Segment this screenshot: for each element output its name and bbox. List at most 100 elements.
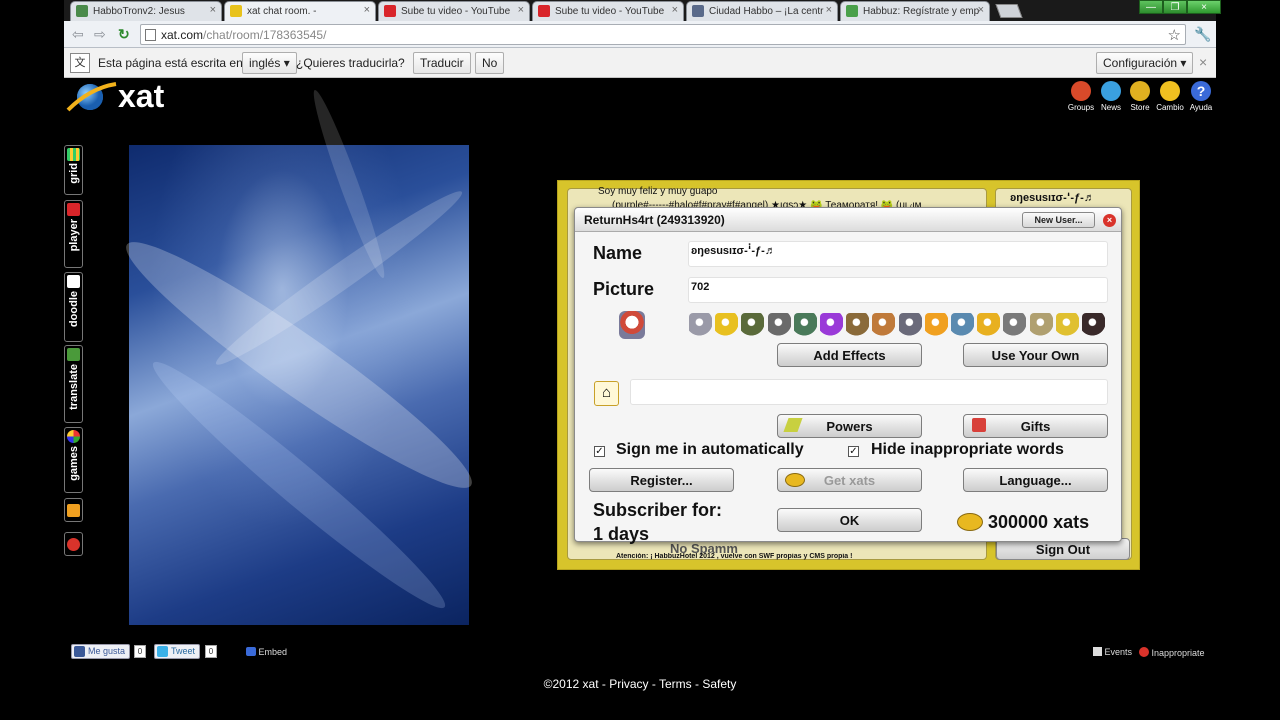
name-input[interactable]: ʚŋesusıɪσ-ꜞ-ƒ-♬ [688, 241, 1108, 267]
grid-icon [67, 148, 80, 161]
smiley-option[interactable] [951, 313, 974, 336]
smiley-option[interactable] [1029, 313, 1053, 336]
smiley-option[interactable] [1055, 313, 1079, 336]
translate-close-icon[interactable]: × [1199, 54, 1207, 70]
facebook-like-button[interactable]: Me gusta [71, 644, 131, 659]
embed-icon [246, 647, 256, 656]
smiley-option[interactable] [977, 313, 1001, 336]
side-nav-doodle[interactable]: doodle [64, 272, 83, 342]
no-translate-button[interactable]: No [475, 52, 505, 74]
side-nav-translate[interactable]: translate [64, 345, 83, 423]
add-effects-button[interactable]: Add Effects [777, 343, 922, 367]
smiley-icon [67, 504, 80, 517]
smiley-option[interactable] [715, 313, 739, 336]
wrench-icon[interactable]: 🔧 [1194, 26, 1211, 43]
side-nav-games[interactable]: games [64, 427, 83, 493]
get-xats-label: Get xats [823, 473, 876, 488]
home-icon[interactable]: ⌂ [594, 381, 619, 406]
window-close-button[interactable]: × [1187, 0, 1221, 14]
language-button[interactable]: Language... [963, 468, 1108, 492]
new-user-button[interactable]: New User... [1022, 212, 1095, 228]
translate-config-button[interactable]: Configuración ▾ [1096, 52, 1194, 74]
gifts-label: Gifts [1020, 419, 1051, 434]
news-link[interactable]: News [1096, 81, 1126, 112]
user-list-item[interactable]: ʚŋesusıɪσ-ꜞ-ƒ-♬ [1010, 192, 1095, 204]
language-select[interactable]: inglés ▾ [242, 52, 297, 74]
smiley-option[interactable] [689, 313, 712, 336]
side-nav-translate-label: translate [68, 364, 80, 410]
tab-close-icon[interactable]: × [826, 4, 832, 16]
tab-ciudad-habbo[interactable]: Ciudad Habbo – ¡La centr × [686, 1, 838, 21]
cambio-link[interactable]: Cambio [1155, 81, 1185, 112]
maximize-button[interactable]: ❐ [1163, 0, 1187, 14]
embed-link[interactable]: Embed [246, 647, 287, 657]
smiley-option[interactable] [846, 313, 870, 336]
hide-words-checkbox[interactable]: ✓ [848, 446, 859, 457]
tab-close-icon[interactable]: × [210, 4, 216, 16]
inappropriate-label: Inappropriate [1151, 648, 1205, 658]
smiley-option[interactable] [898, 313, 922, 336]
bookmark-star-icon[interactable]: ☆ [1168, 26, 1181, 44]
tab-favicon-icon [230, 5, 242, 17]
gift-icon [972, 418, 986, 432]
events-icon [1093, 647, 1102, 656]
side-nav-player[interactable]: player [64, 200, 83, 268]
store-link[interactable]: Store [1125, 81, 1155, 112]
smiley-option[interactable] [767, 313, 791, 336]
dialog-close-icon[interactable]: × [1103, 214, 1116, 227]
side-nav-close[interactable] [64, 532, 83, 556]
smiley-option[interactable] [924, 313, 948, 336]
cambio-icon [1160, 81, 1180, 101]
tweet-label: Tweet [171, 646, 196, 656]
homepage-input[interactable] [630, 379, 1108, 405]
side-nav-grid[interactable]: grid [64, 145, 83, 195]
copyright-footer: ©2012 xat - Privacy - Terms - Safety [543, 677, 737, 691]
browser-tab-bar: HabboTronv2: Jesus × xat chat room. - × … [64, 0, 1221, 21]
tab-title: Habbuz: Regístrate y emp [863, 6, 980, 17]
reload-icon[interactable]: ↻ [118, 26, 130, 43]
tab-youtube-1[interactable]: Sube tu video - YouTube × [378, 1, 530, 21]
tab-youtube-2[interactable]: Sube tu video - YouTube × [532, 1, 684, 21]
xat-logo[interactable]: xat [66, 78, 176, 116]
powers-icon [783, 418, 803, 432]
tweet-button[interactable]: Tweet [154, 644, 201, 659]
picture-input[interactable]: 702 [688, 277, 1108, 303]
tab-close-icon[interactable]: × [518, 4, 524, 16]
forward-arrow-icon[interactable]: ⇨ [94, 26, 106, 43]
groups-link[interactable]: Groups [1066, 81, 1096, 112]
store-label: Store [1130, 103, 1150, 112]
ok-button[interactable]: OK [777, 508, 922, 532]
tab-habbuz[interactable]: Habbuz: Regístrate y emp × [840, 1, 990, 21]
tab-xat-chat[interactable]: xat chat room. - × [224, 1, 376, 21]
tab-close-icon[interactable]: × [978, 4, 984, 16]
ayuda-link[interactable]: ? Ayuda [1186, 81, 1216, 112]
address-bar[interactable]: xat.com/chat/room/178363545/ ☆ [140, 24, 1186, 45]
tab-close-icon[interactable]: × [364, 4, 370, 16]
translate-button[interactable]: Traducir [413, 52, 471, 74]
powers-button[interactable]: Powers [777, 414, 922, 438]
language-select-value: inglés [249, 56, 281, 70]
get-xats-button[interactable]: Get xats [777, 468, 922, 492]
register-button[interactable]: Register... [589, 468, 734, 492]
use-your-own-button[interactable]: Use Your Own [963, 343, 1108, 367]
sign-in-auto-checkbox[interactable]: ✓ [594, 446, 605, 457]
smiley-option[interactable] [1003, 313, 1027, 336]
smiley-option[interactable] [872, 313, 896, 336]
translate-bar: 文 Esta página está escrita en inglés ▾ ¿… [64, 48, 1216, 78]
tab-habbotron[interactable]: HabboTronv2: Jesus × [70, 1, 222, 21]
smiley-option[interactable] [1082, 313, 1105, 336]
inappropriate-link[interactable]: Inappropriate [1139, 647, 1205, 658]
minimize-button[interactable]: — [1139, 0, 1163, 14]
smiley-option[interactable] [741, 313, 765, 336]
events-link[interactable]: Events [1093, 647, 1132, 657]
xats-coins-icon [957, 513, 983, 531]
back-arrow-icon[interactable]: ⇦ [72, 26, 84, 43]
smiley-option[interactable] [820, 313, 843, 336]
new-tab-button[interactable] [995, 4, 1023, 18]
tab-close-icon[interactable]: × [672, 4, 678, 16]
side-nav-smileys[interactable] [64, 498, 83, 522]
side-nav-games-label: games [68, 446, 80, 481]
url-domain: xat.com [161, 28, 204, 42]
smiley-option[interactable] [793, 313, 817, 336]
gifts-button[interactable]: Gifts [963, 414, 1108, 438]
